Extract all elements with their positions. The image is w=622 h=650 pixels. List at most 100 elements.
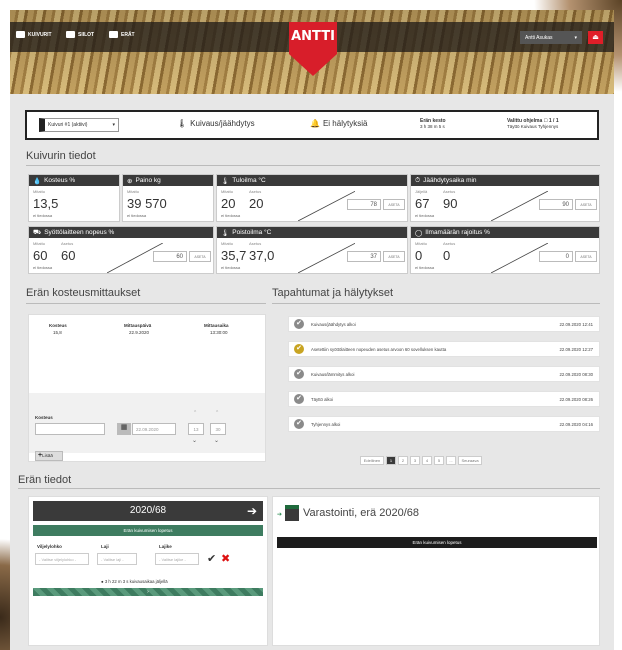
card-header: 💧 Kosteus %	[29, 175, 119, 186]
card-header: ⛟ Syöttölaitteen nopeus %	[29, 227, 213, 238]
nav-kuivurit[interactable]: KUIVURIT	[16, 31, 52, 38]
setpoint-input[interactable]: 0	[539, 251, 573, 262]
set-button[interactable]: ASETA	[383, 251, 405, 262]
event-row[interactable]: ✔ Täyttö alkoi 22.09.2020 08:26	[288, 391, 600, 407]
silo-icon	[285, 505, 299, 521]
alarm-status: 🔔 Ei hälytyksiä	[310, 119, 368, 128]
chevron-down-icon: ▾	[574, 34, 577, 41]
setpoint-input[interactable]: 60	[153, 251, 187, 262]
thermometer-icon: 🌡	[177, 119, 188, 128]
hour-input[interactable]: 13	[188, 423, 204, 435]
setpoint-input[interactable]: 37	[347, 251, 381, 262]
nav-erat[interactable]: ERÄT	[109, 31, 135, 38]
logout-button[interactable]: ⏏	[588, 31, 603, 44]
batch-panel: 2020/68 ➔ Erän kuivumisen lopetus Viljely…	[28, 496, 268, 646]
card-header: 🌡 Tuloilma °C	[217, 175, 407, 186]
minute-input[interactable]: 30	[210, 423, 226, 435]
field-block-select[interactable]: - Valitse viljelylohko -	[35, 553, 89, 565]
card-setpoint: 0	[443, 248, 451, 263]
page-link[interactable]: 4	[422, 456, 432, 465]
moisture-panel: Kosteus Mittauspäivä Mittausaika 15,8 22…	[28, 314, 266, 462]
section-title-events: Tapahtumat ja hälytykset	[272, 287, 394, 299]
program-icon: ☐	[543, 118, 548, 123]
logout-icon: ⏏	[592, 34, 599, 41]
page-link[interactable]: 2	[398, 456, 408, 465]
page-link[interactable]: ...	[446, 456, 456, 465]
mode-status: 🌡 Kuivaus/jäähdytys	[177, 119, 255, 128]
divider	[272, 303, 600, 304]
dryer-select[interactable]: Kuivuri #1 (aktiivi) ▾	[39, 118, 119, 132]
card-header: 🌡 Poistoilma °C	[217, 227, 407, 238]
event-row[interactable]: ✔ Asetettiin syöttölaitteen nopeuden aset…	[288, 341, 600, 357]
event-row[interactable]: ✔ Tyhjennys alkoi 22.09.2020 04:16	[288, 416, 600, 432]
date-input[interactable]: 22.09.2020	[132, 423, 176, 435]
calendar-icon[interactable]: ▦	[117, 423, 131, 435]
progress-bar: ›	[33, 588, 263, 596]
status-bar: Kuivuri #1 (aktiivi) ▾ 🌡 Kuivaus/jäähdytys…	[25, 110, 599, 140]
event-row[interactable]: ✔ Kuivaus/jäähdytys alkoi 22.09.2020 12:41	[288, 316, 600, 332]
set-button[interactable]: ASETA	[189, 251, 211, 262]
hour-up-icon[interactable]: ⌃	[193, 410, 197, 416]
card-value: 60	[33, 248, 48, 263]
selected-program: Valittu ohjelma ☐ 1 / 1 Täyttö Kuivaus Ty…	[507, 118, 559, 129]
bell-icon: 🔔	[310, 119, 320, 128]
hour-down-icon[interactable]: ⌄	[192, 437, 197, 444]
page-link[interactable]: 1	[386, 456, 396, 465]
check-icon: ✔	[294, 369, 304, 379]
weight-icon: ⊕	[127, 177, 133, 185]
batch-icon	[109, 31, 118, 38]
warning-icon: ✔	[294, 344, 304, 354]
minute-up-icon[interactable]: ⌃	[215, 410, 219, 416]
variety-select[interactable]: - Valitse lajike -	[155, 553, 199, 565]
silo-icon	[66, 31, 75, 38]
card-setpoint: 37,0	[249, 248, 275, 263]
setpoint-input[interactable]: 90	[539, 199, 573, 210]
card-header: ⊕ Paino kg	[123, 175, 213, 186]
cancel-icon[interactable]: ✖	[221, 552, 230, 565]
card-status: ei tiedossa	[221, 265, 241, 270]
clock-icon: ●	[101, 579, 104, 584]
card-status: ei tiedossa	[33, 213, 53, 218]
page-link[interactable]: 3	[410, 456, 420, 465]
set-button[interactable]: ASETA	[383, 199, 405, 210]
info-card: ⊕ Paino kg Mitattu 39 570 ei tiedossa	[122, 174, 214, 222]
minute-down-icon[interactable]: ⌄	[214, 437, 219, 444]
page-link[interactable]: 5	[434, 456, 444, 465]
air-icon: ◯	[415, 229, 423, 237]
feeder-icon: ⛟	[33, 229, 42, 236]
arrow-right-icon[interactable]: ➔	[247, 501, 257, 521]
logo: ANTTI	[289, 22, 337, 54]
set-button[interactable]: ASETA	[575, 199, 597, 210]
nav-siilot[interactable]: SIILOT	[66, 31, 94, 38]
check-icon: ✔	[294, 419, 304, 429]
add-button[interactable]: +Lisää	[35, 451, 63, 461]
end-drying-button[interactable]: Erän kuivumisen lopetus	[33, 525, 263, 536]
remaining-time: ● 3 h 22 m 3 s kuivausaikaa jäljellä	[101, 579, 168, 584]
storage-panel: ➔ Varastointi, erä 2020/68 Erän kuivumis…	[272, 496, 600, 646]
species-select[interactable]: - Valitse laji -	[97, 553, 137, 565]
section-title-moisture: Erän kosteusmittaukset	[26, 287, 141, 299]
set-button[interactable]: ASETA	[575, 251, 597, 262]
droplet-icon: 💧	[33, 177, 42, 185]
card-header: ⏱ Jäähdytysaika min	[411, 175, 599, 186]
batch-id-bar: 2020/68 ➔	[33, 501, 263, 521]
batch-duration: Erän kesto 3 h 38 m 5 s	[420, 118, 446, 129]
user-menu-button[interactable]: Antti Asukas ▾	[520, 31, 582, 44]
dryer-icon	[16, 31, 25, 38]
page-link[interactable]: Seuraava	[458, 456, 482, 465]
setpoint-input[interactable]: 78	[347, 199, 381, 210]
event-row[interactable]: ✔ Kuivaus/lämmitys alkoi 22.09.2020 08:30	[288, 366, 600, 382]
check-icon: ✔	[294, 394, 304, 404]
section-title-dryer: Kuivurin tiedot	[26, 150, 96, 162]
app-frame: KUIVURIT SIILOT ERÄT ANTTI Antti Asukas ▾…	[10, 10, 614, 650]
confirm-icon[interactable]: ✔	[207, 552, 216, 565]
storage-end-button[interactable]: Erän kuivumisen lopetus	[277, 537, 597, 548]
card-status: ei tiedossa	[33, 265, 53, 270]
section-title-batch: Erän tiedot	[18, 474, 72, 486]
moisture-input[interactable]	[35, 423, 105, 435]
clock-icon: ⏱	[415, 176, 421, 184]
card-setpoint: 20	[249, 196, 264, 211]
logo-triangle	[289, 54, 337, 76]
page-link[interactable]: Edellinen	[360, 456, 384, 465]
card-setpoint: 90	[443, 196, 458, 211]
